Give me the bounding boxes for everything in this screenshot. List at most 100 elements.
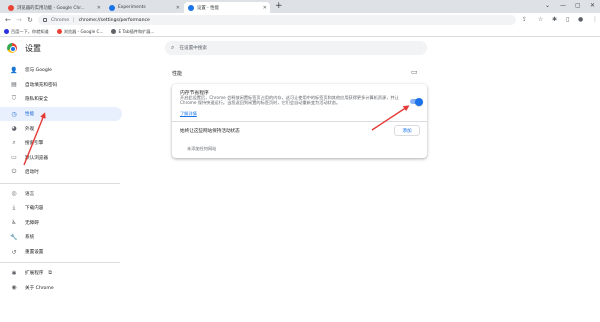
sidebar-divider: [0, 182, 120, 184]
sidebar-item-about-chrome[interactable]: ◉ 关于 Chrome: [0, 281, 125, 296]
palette-icon: ◕: [11, 125, 17, 133]
sidebar-divider: [0, 262, 120, 263]
back-arrow-icon[interactable]: ←: [5, 16, 11, 24]
bookmark-label: 浏览器 - Google C...: [63, 28, 104, 34]
accessibility-icon: ♿: [11, 219, 17, 227]
sidebar-item-label: 默认浏览器: [25, 155, 48, 161]
sidebar-item-label: 隐私和安全: [25, 97, 48, 103]
search-placeholder: 在设置中搜索: [179, 46, 207, 51]
sidebar-item-label: 启动时: [25, 170, 39, 176]
url-text: chrome://settings/performance: [78, 17, 150, 23]
tab-1[interactable]: 浏览器的实用功能 - Google Chr... ✕: [4, 2, 104, 13]
close-icon[interactable]: ✕: [97, 5, 101, 11]
tab-title: Experiments: [118, 5, 146, 10]
reload-icon[interactable]: ↻: [27, 16, 33, 24]
puzzle-icon: ✱: [11, 269, 17, 277]
bookmark-label: E Tab插件和扩展...: [118, 28, 155, 34]
minimize-icon[interactable]: —: [560, 2, 566, 9]
sidebar-item-languages[interactable]: ◎ 语言: [0, 186, 125, 201]
bookmarks-bar: 百度一下，你就知道 浏览器 - Google C... E Tab插件和扩展..…: [0, 27, 600, 37]
sidebar-item-label: 系统: [25, 235, 35, 241]
search-icon: ⌕: [12, 139, 16, 147]
card-divider: [172, 121, 427, 122]
sidebar-item-extensions[interactable]: ✱ 扩展程序 ⧉: [0, 266, 125, 281]
tab-title: 设置 - 性能: [197, 5, 219, 11]
speedometer-icon: ◷: [11, 110, 17, 118]
tab-3-active[interactable]: 设置 - 性能 ✕: [184, 2, 270, 13]
sidebar-item-label: 扩展程序: [25, 271, 44, 277]
toggle-knob: [415, 97, 423, 106]
add-site-button[interactable]: 添加: [394, 125, 420, 136]
sidebar-item-label: 下载内容: [25, 206, 44, 212]
tab-favicon-icon: [8, 4, 14, 11]
omnibox-divider: |: [73, 17, 75, 23]
sidebar-item-label: 无障碍: [25, 220, 39, 226]
site-favicon-icon: [56, 29, 62, 34]
sidebar-item-label: 外观: [25, 126, 35, 132]
sidebar-item-default-browser[interactable]: ▭ 默认浏览器: [0, 151, 125, 166]
close-icon[interactable]: ✕: [176, 5, 180, 11]
sidebar-item-accessibility[interactable]: ♿ 无障碍: [0, 216, 125, 231]
tab-search-chevron-icon[interactable]: ⌄: [545, 2, 550, 9]
tab-strip: 浏览器的实用功能 - Google Chr... ✕ Experiments ✕…: [0, 0, 600, 13]
sidebar-item-autofill[interactable]: ▤ 自动填充和密码: [0, 78, 125, 93]
performance-card: 内存节省程序 开启此设置后，Chrome 会释放闲置标签页占用的内存，这可让使用…: [172, 84, 427, 158]
learn-more-link[interactable]: 了解详情: [180, 111, 197, 117]
section-title: 性能: [172, 71, 183, 77]
wrench-icon: 🔧: [10, 233, 18, 241]
site-label: Chrome: [51, 17, 70, 23]
memory-saver-toggle[interactable]: [410, 97, 423, 106]
tab-2[interactable]: Experiments ✕: [105, 2, 183, 13]
reset-icon: ↺: [11, 248, 17, 256]
sidebar-item-label: 性能: [25, 112, 35, 118]
menu-kebab-icon[interactable]: ⋮: [592, 16, 598, 24]
bookmark-item[interactable]: 浏览器 - Google C...: [56, 28, 104, 35]
sidebar-item-privacy[interactable]: ⛉ 隐私和安全: [0, 92, 125, 107]
open-external-icon: ⧉: [48, 270, 52, 277]
sidebar-item-on-startup[interactable]: ⏻ 启动时: [0, 165, 125, 180]
chrome-icon: ◉: [11, 284, 17, 292]
globe-icon: ◎: [11, 190, 17, 198]
sidebar-item-label: 重置设置: [25, 250, 44, 256]
memory-saver-description: 开启此设置后，Chrome 会释放闲置标签页占用的内存，这可让使用中的标签页和其…: [180, 95, 399, 106]
sidebar-item-system[interactable]: 🔧 系统: [0, 230, 125, 245]
sidebar-item-reset[interactable]: ↺ 重置设置: [0, 245, 125, 260]
download-icon: ⤓: [12, 204, 16, 212]
maximize-icon[interactable]: ▢: [575, 2, 581, 9]
new-tab-button[interactable]: +: [275, 2, 283, 11]
extensions-icon[interactable]: ✱: [552, 16, 557, 24]
site-favicon-icon: [111, 29, 117, 34]
power-icon: ⏻: [11, 168, 17, 176]
sidebar-item-downloads[interactable]: ⤓ 下载内容: [0, 201, 125, 216]
page-title: 设置: [25, 44, 41, 53]
forward-arrow-icon[interactable]: →: [16, 16, 22, 24]
bookmark-label: 百度一下，你就知道: [11, 28, 49, 34]
sidebar-item-label: 自动填充和密码: [25, 82, 58, 88]
sidebar-icon[interactable]: ▯: [566, 16, 569, 24]
bookmark-item[interactable]: 百度一下，你就知道: [4, 29, 49, 35]
settings-sidebar: 👤 您与 Google ▤ 自动填充和密码 ⛉ 隐私和安全 ◷ 性能 ◕ 外观 …: [0, 63, 125, 295]
baidu-paw-icon: [4, 29, 9, 34]
sidebar-item-label: 关于 Chrome: [25, 285, 54, 291]
no-sites-text: 未添加任何网站: [187, 146, 217, 151]
sidebar-item-you-and-google[interactable]: 👤 您与 Google: [0, 63, 125, 78]
profile-icon[interactable]: ●: [578, 16, 583, 24]
tab-favicon-icon: [109, 4, 115, 11]
address-bar[interactable]: Chrome | chrome://settings/performance: [38, 15, 516, 25]
shield-icon: ⛉: [11, 95, 17, 103]
sidebar-item-label: 语言: [25, 191, 35, 197]
autofill-icon: ▤: [11, 81, 17, 89]
share-icon[interactable]: ⇪: [522, 16, 527, 24]
window-close-icon[interactable]: ✕: [590, 2, 595, 9]
bookmark-item[interactable]: E Tab插件和扩展...: [111, 29, 154, 35]
sidebar-item-appearance[interactable]: ◕ 外观: [0, 121, 125, 136]
close-icon[interactable]: ✕: [263, 5, 267, 11]
sidebar-item-performance[interactable]: ◷ 性能: [0, 106, 122, 122]
settings-search-input[interactable]: ⌕ 在设置中搜索: [165, 41, 427, 55]
bookmark-star-icon[interactable]: ☆: [538, 16, 543, 24]
settings-gear-icon: [188, 4, 194, 11]
sidebar-item-search-engine[interactable]: ⌕ 搜索引擎: [0, 136, 125, 151]
feedback-icon[interactable]: ▭: [411, 68, 418, 76]
sidebar-item-label: 您与 Google: [25, 68, 52, 74]
tab-title: 浏览器的实用功能 - Google Chr...: [17, 5, 85, 11]
